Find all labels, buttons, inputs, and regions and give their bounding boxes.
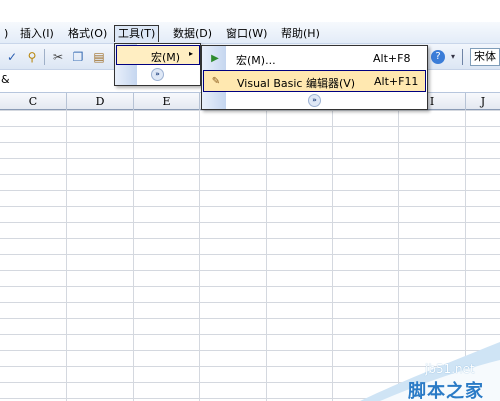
submenu-arrow-icon: ▸ xyxy=(189,49,194,58)
title-area xyxy=(0,0,500,22)
paste-icon[interactable]: ▤ xyxy=(91,49,107,65)
column-header-d[interactable]: D xyxy=(67,93,134,110)
menu-window[interactable]: 窗口(W) xyxy=(222,25,271,42)
vb-editor-icon: ✎ xyxy=(211,76,221,87)
macro-submenu: ▶ 宏(M)... Alt+F8 ✎ Visual Basic 编辑器(V) A… xyxy=(201,45,428,110)
tools-menu: 宏(M) ▸ » xyxy=(114,43,201,86)
menu-tools[interactable]: 工具(T) xyxy=(114,25,160,42)
menu-item-macro[interactable]: 宏(M) ▸ xyxy=(116,45,200,65)
watermark-url: jb51.net xyxy=(425,362,475,376)
column-header-j[interactable]: J xyxy=(466,93,500,110)
column-header-c[interactable]: C xyxy=(0,93,67,110)
menu-bar: ) 插入(I) 格式(O) 工具(T) 数据(D) 窗口(W) 帮助(H) xyxy=(0,22,500,44)
menu-item-vb-editor[interactable]: ✎ Visual Basic 编辑器(V) Alt+F11 xyxy=(203,70,426,92)
macros-label: 宏(M)... xyxy=(236,54,276,67)
vb-editor-shortcut: Alt+F11 xyxy=(374,75,419,88)
expand-menu-icon[interactable]: » xyxy=(308,94,321,107)
menu-format[interactable]: 格式(O) xyxy=(64,25,111,42)
help-icon[interactable]: ? xyxy=(431,50,445,64)
toolbar-separator xyxy=(44,49,45,65)
menu-data[interactable]: 数据(D) xyxy=(169,25,216,42)
spellcheck-icon[interactable]: ✓ xyxy=(4,49,20,65)
cut-icon[interactable]: ✂ xyxy=(50,49,66,65)
macro-label: 宏(M) xyxy=(151,51,181,64)
font-name-box[interactable]: 宋体 xyxy=(470,48,500,66)
copy-icon[interactable]: ❐ xyxy=(70,49,86,65)
name-box[interactable]: & xyxy=(1,73,10,86)
menu-item-partial[interactable]: ) xyxy=(0,25,12,42)
watermark-logo-text: 脚本之家 xyxy=(408,381,484,401)
vb-editor-label: Visual Basic 编辑器(V) xyxy=(237,77,356,90)
menu-insert[interactable]: 插入(I) xyxy=(16,25,58,42)
expand-menu-icon[interactable]: » xyxy=(151,68,164,81)
research-icon[interactable]: ⚲ xyxy=(24,49,40,65)
menu-item-macros[interactable]: ▶ 宏(M)... Alt+F8 xyxy=(203,48,426,70)
toolbar-options-icon[interactable]: ▾ xyxy=(449,49,457,65)
menu-help[interactable]: 帮助(H) xyxy=(277,25,324,42)
toolbar-gripper[interactable] xyxy=(462,49,463,65)
play-triangle-icon: ▶ xyxy=(211,53,219,64)
macros-shortcut: Alt+F8 xyxy=(373,52,411,65)
column-header-e[interactable]: E xyxy=(134,93,200,110)
